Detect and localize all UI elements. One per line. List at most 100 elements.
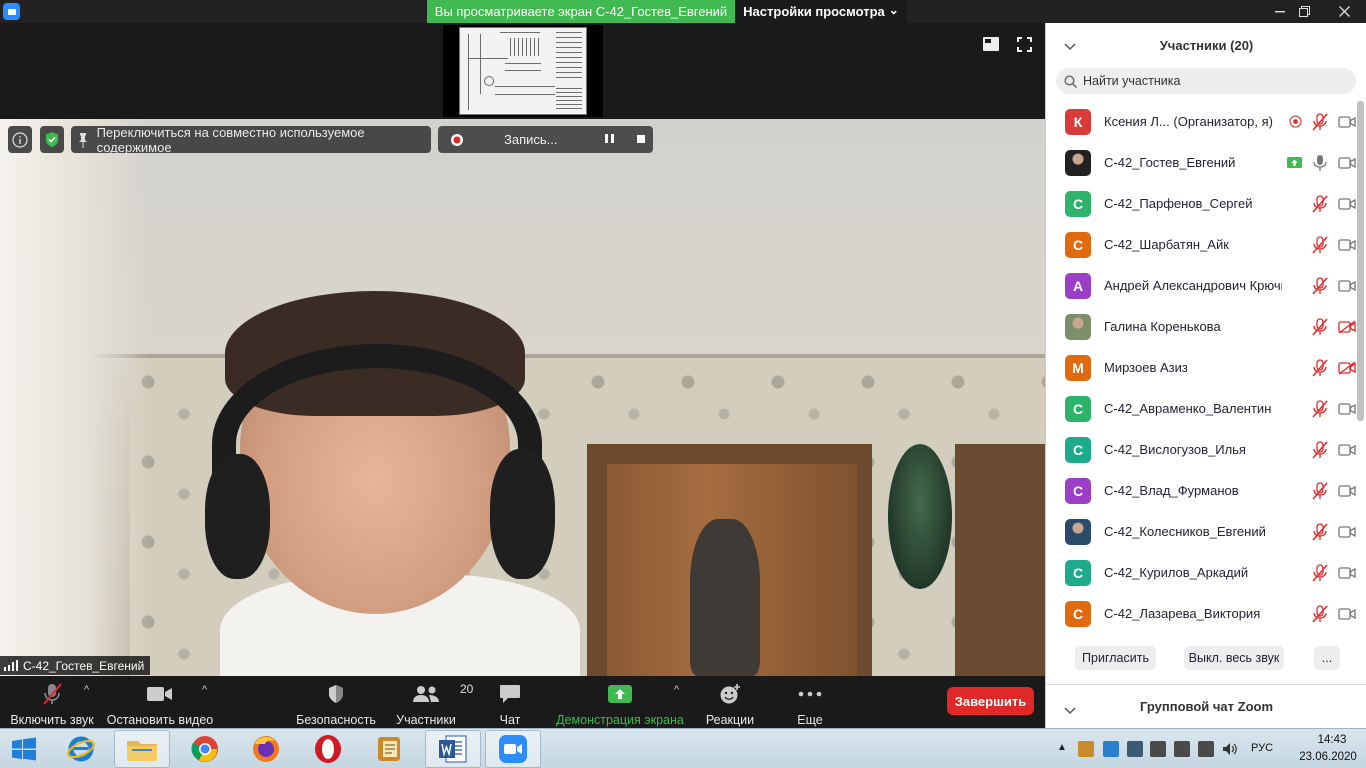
participant-status-icons (1312, 265, 1356, 306)
fullscreen-icon[interactable] (1017, 37, 1033, 53)
chat-bubble-icon (500, 685, 520, 703)
taskbar-zoom[interactable] (485, 730, 541, 768)
stop-video-button[interactable]: Остановить видео (107, 682, 213, 727)
participant-search-input[interactable]: Найти участника (1056, 68, 1356, 94)
record-dot-icon (1289, 115, 1302, 128)
participant-row[interactable]: М Мирзоев Азиз (1046, 347, 1356, 388)
view-options-dropdown[interactable]: Настройки просмотра ⌄ (735, 0, 907, 23)
mic-muted-icon (1312, 440, 1328, 458)
stop-recording-button[interactable] (637, 135, 645, 143)
speaker-video (0, 119, 1045, 676)
start-button[interactable] (0, 730, 48, 768)
close-icon[interactable] (1322, 0, 1366, 23)
panel-more-button[interactable]: ... (1314, 646, 1340, 670)
clock-date[interactable]: 23.06.2020 (1292, 751, 1364, 763)
taskbar-firefox[interactable] (238, 730, 294, 768)
view-layout-icon[interactable] (983, 37, 999, 53)
participant-row[interactable]: А Андрей Александрович Крючк... (1046, 265, 1356, 306)
end-meeting-button[interactable]: Завершить (947, 687, 1034, 715)
firefox-icon (253, 736, 279, 762)
tray-volume-icon[interactable] (1222, 741, 1238, 757)
tray-network-share-icon[interactable] (1103, 741, 1119, 757)
participant-name: Ксения Л... (Организатор, я) (1104, 114, 1273, 129)
participant-status-icons (1289, 101, 1356, 142)
zoom-logo-icon (3, 3, 20, 20)
taskbar-internet-explorer[interactable] (53, 730, 109, 768)
taskbar-chrome[interactable] (177, 730, 233, 768)
audio-options-caret-icon[interactable]: ^ (84, 684, 89, 696)
panel-more-label: ... (1321, 651, 1333, 665)
more-button[interactable]: Еще (790, 682, 830, 727)
share-screen-arrow-icon (1287, 157, 1302, 168)
reactions-button[interactable]: Реакции (703, 682, 757, 727)
participant-row[interactable]: С С-42_Парфенов_Сергей (1046, 183, 1356, 224)
share-banner: Вы просматриваете экран С-42_Гостев_Евге… (427, 0, 735, 23)
tray-network-icon[interactable] (1198, 741, 1214, 757)
participant-status-icons (1312, 347, 1356, 388)
pause-recording-button[interactable] (605, 134, 615, 144)
invite-label: Пригласить (1082, 651, 1149, 665)
taskbar-file-explorer[interactable] (114, 730, 170, 768)
participant-row[interactable]: С-42_Колесников_Евгений (1046, 511, 1356, 552)
participant-row[interactable]: Галина Коренькова (1046, 306, 1356, 347)
participant-name: Мирзоев Азиз (1104, 360, 1188, 375)
language-indicator[interactable]: РУС (1251, 742, 1273, 754)
participant-letter-avatar: С (1065, 477, 1091, 504)
mic-muted-icon (1312, 604, 1328, 622)
video-off-icon (1338, 115, 1356, 128)
tray-flag-icon[interactable] (1150, 741, 1166, 757)
tray-keyboard-icon[interactable] (1127, 741, 1143, 757)
participant-status-icons (1312, 429, 1356, 470)
participant-name: С-42_Гостев_Евгений (1104, 155, 1236, 170)
participant-row[interactable]: С С-42_Курилов_Аркадий (1046, 552, 1356, 593)
unmute-button[interactable]: Включить звук (8, 682, 96, 727)
participant-row[interactable]: С С-42_Авраменко_Валентин (1046, 388, 1356, 429)
chevron-down-icon: ⌄ (888, 2, 899, 17)
participant-row[interactable]: С-42_Гостев_Евгений (1046, 142, 1356, 183)
chat-button[interactable]: Чат (490, 682, 530, 727)
show-hidden-icons-caret-icon[interactable]: ▲ (1057, 742, 1067, 753)
participant-row[interactable]: С С-42_Лазарева_Виктория (1046, 593, 1356, 634)
participant-list-scrollbar[interactable] (1357, 101, 1364, 421)
speaker-name-tag: С-42_Гостев_Евгений (0, 656, 151, 675)
participant-letter-avatar: С (1065, 436, 1091, 463)
more-dots-icon (798, 691, 822, 697)
encryption-shield-button[interactable] (40, 126, 64, 153)
participant-row[interactable]: С С-42_Вислогузов_Илья (1046, 429, 1356, 470)
restore-icon[interactable] (1290, 0, 1318, 23)
video-off-icon (1338, 525, 1356, 538)
share-options-caret-icon[interactable]: ^ (674, 684, 679, 696)
video-options-caret-icon[interactable]: ^ (202, 684, 207, 696)
taskbar-opera[interactable] (300, 730, 356, 768)
shared-screen-thumbnail[interactable] (443, 25, 603, 117)
participant-row[interactable]: С С-42_Влад_Фурманов (1046, 470, 1356, 511)
shared-screen-area (0, 23, 1045, 119)
switch-to-shared-content-label: Переключиться на совместно используемое … (96, 124, 365, 155)
share-screen-button[interactable]: Демонстрация экрана (556, 682, 684, 727)
taskbar-notes-app[interactable] (361, 730, 417, 768)
participant-row[interactable]: С С-42_Шарбатян_Айк (1046, 224, 1356, 265)
chrome-icon (191, 736, 218, 762)
participant-row[interactable]: К Ксения Л... (Организатор, я) (1046, 101, 1356, 142)
tray-notes-icon[interactable] (1078, 741, 1094, 757)
participants-button[interactable]: 20 Участники (392, 682, 473, 727)
info-icon (12, 131, 28, 148)
taskbar-word[interactable] (425, 730, 481, 768)
switch-to-shared-content-button[interactable]: Переключиться на совместно используемое … (71, 124, 431, 155)
mute-all-button[interactable]: Выкл. весь звук (1184, 646, 1284, 670)
security-button[interactable]: Безопасность (294, 682, 378, 727)
participant-name: С-42_Парфенов_Сергей (1104, 196, 1253, 211)
share-banner-text: Вы просматриваете экран С-42_Гостев_Евге… (434, 4, 728, 19)
tray-display-icon[interactable] (1174, 741, 1190, 757)
mic-muted-icon (43, 683, 62, 705)
clock-time[interactable]: 14:43 (1300, 734, 1364, 746)
invite-button[interactable]: Пригласить (1075, 646, 1156, 670)
participants-panel-title: Участники (20) (1159, 38, 1254, 53)
participant-name: С-42_Лазарева_Виктория (1104, 606, 1261, 621)
end-meeting-label: Завершить (954, 693, 1027, 709)
participant-status-icons (1312, 511, 1356, 552)
notes-app-icon (378, 737, 400, 761)
mic-muted-icon (1312, 317, 1328, 335)
meeting-info-button[interactable] (8, 126, 32, 153)
participant-status-icons (1312, 183, 1356, 224)
